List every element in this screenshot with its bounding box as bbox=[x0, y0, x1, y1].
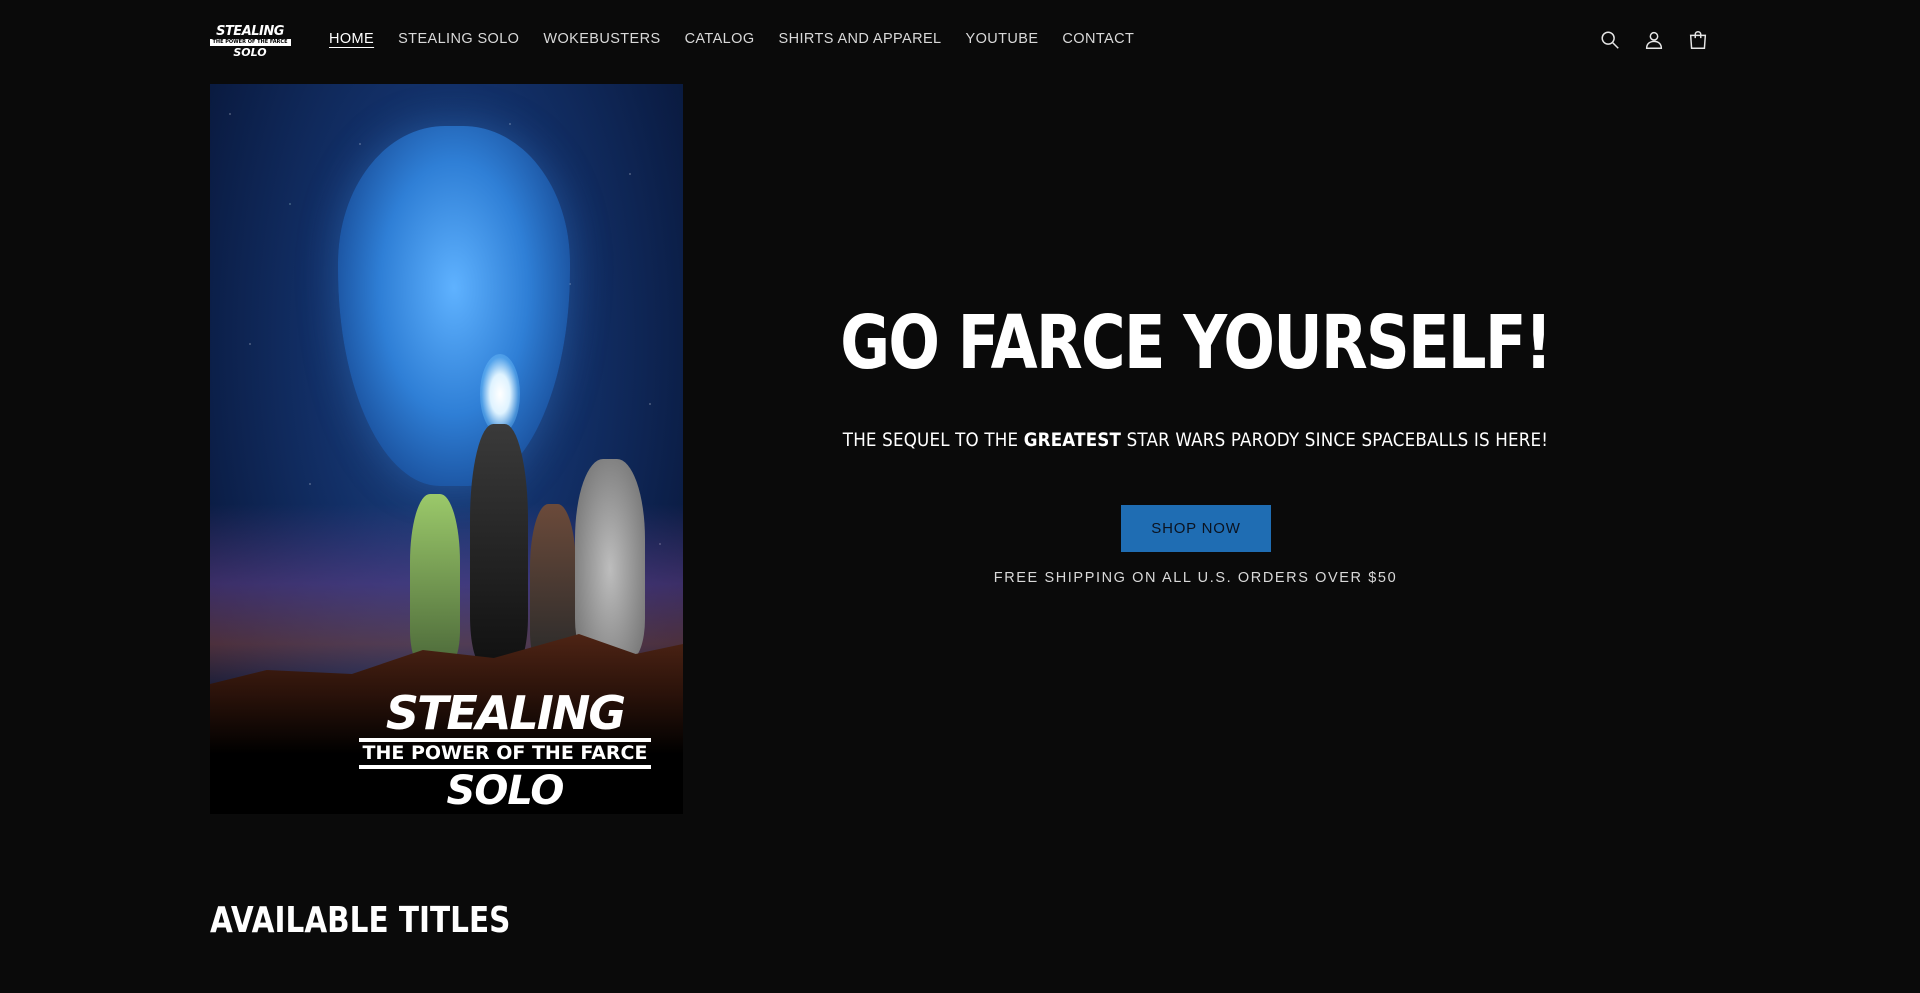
nav-shirts-and-apparel[interactable]: SHIRTS AND APPAREL bbox=[779, 31, 942, 47]
hero-content: GO FARCE YOURSELF! THE SEQUEL TO THE GRE… bbox=[683, 84, 1708, 814]
cart-icon[interactable] bbox=[1686, 28, 1710, 52]
nav-catalog[interactable]: CATALOG bbox=[685, 31, 755, 47]
site-header: STEALING THE POWER OF THE FARCE SOLO HOM… bbox=[0, 0, 1920, 84]
logo-line-1: STEALING bbox=[216, 23, 284, 39]
hero-heading: GO FARCE YOURSELF! bbox=[840, 300, 1552, 386]
character-figure bbox=[470, 424, 528, 664]
shop-now-button[interactable]: SHOP NOW bbox=[1121, 505, 1271, 552]
subheading-post: STAR WARS PARODY SINCE SPACEBALLS IS HER… bbox=[1121, 429, 1549, 451]
logo-line-2: THE POWER OF THE FARCE bbox=[209, 38, 291, 46]
logo-line-3: SOLO bbox=[233, 45, 267, 59]
poster-title-line-1: STEALING bbox=[385, 686, 626, 740]
subheading-bold: GREATEST bbox=[1023, 429, 1122, 451]
subheading-pre: THE SEQUEL TO THE bbox=[842, 429, 1024, 451]
nav-contact[interactable]: CONTACT bbox=[1062, 31, 1134, 47]
nav-youtube[interactable]: YOUTUBE bbox=[966, 31, 1039, 47]
poster-title-line-2: THE POWER OF THE FARCE bbox=[358, 738, 652, 769]
free-shipping-note: FREE SHIPPING ON ALL U.S. ORDERS OVER $5… bbox=[993, 570, 1398, 586]
poster-title-line-3: SOLO bbox=[446, 768, 565, 814]
main-nav: HOME STEALING SOLO WOKEBUSTERS CATALOG S… bbox=[329, 31, 1158, 47]
hero-poster-image: STEALING THE POWER OF THE FARCE SOLO bbox=[210, 84, 683, 814]
nav-stealing-solo[interactable]: STEALING SOLO bbox=[398, 31, 519, 47]
site-logo[interactable]: STEALING THE POWER OF THE FARCE SOLO bbox=[209, 23, 291, 59]
nav-home[interactable]: HOME bbox=[329, 31, 374, 47]
hero-subheading: THE SEQUEL TO THE GREATEST STAR WARS PAR… bbox=[745, 429, 1647, 451]
character-figure bbox=[410, 494, 460, 664]
header-icons bbox=[1598, 28, 1710, 52]
account-icon[interactable] bbox=[1642, 28, 1666, 52]
nav-wokebusters[interactable]: WOKEBUSTERS bbox=[543, 31, 660, 47]
character-figure bbox=[575, 459, 645, 659]
poster-title: STEALING THE POWER OF THE FARCE SOLO bbox=[355, 690, 655, 811]
available-titles-heading: AVAILABLE TITLES bbox=[210, 900, 511, 941]
search-icon[interactable] bbox=[1598, 28, 1622, 52]
